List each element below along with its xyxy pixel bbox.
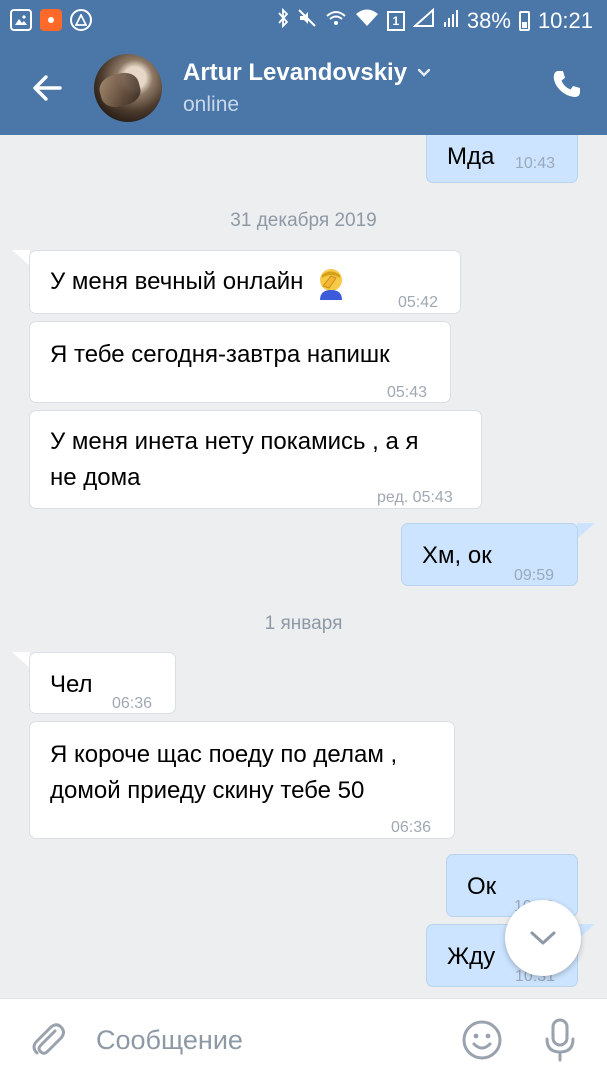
gallery-notification-icon (10, 9, 32, 31)
contact-status: online (183, 93, 240, 116)
chevron-down-icon (417, 68, 431, 77)
wifi-calling-icon (325, 8, 347, 34)
notification-icons (10, 9, 92, 31)
wifi-icon (355, 8, 379, 34)
message-time: 10:43 (515, 155, 556, 172)
message-composer (0, 998, 607, 1080)
outgoing-message[interactable]: Хм, ок 09:59 (401, 523, 578, 586)
incoming-message[interactable]: Я тебе сегодня-завтра напишк 05:43 (29, 321, 451, 403)
bluetooth-icon (277, 7, 289, 34)
signal-icon-2 (443, 8, 459, 34)
smiley-icon (462, 1020, 502, 1060)
message-text-line2: не дома (50, 464, 141, 491)
message-time: ред. 05:43 (377, 489, 453, 506)
contact-name: Artur Levandovskiy (183, 59, 408, 86)
message-text-line1: У меня инета нету покамись , а я (50, 428, 419, 455)
call-button[interactable] (551, 68, 583, 100)
system-status: 1 38% 10:21 (277, 7, 593, 34)
mute-icon (297, 8, 317, 34)
message-time: 09:59 (514, 567, 555, 584)
microphone-icon (545, 1018, 575, 1062)
message-text: Я тебе сегодня-завтра напишк (50, 341, 390, 368)
message-time: 06:36 (112, 695, 153, 712)
message-text: Чел (50, 671, 93, 698)
incoming-message[interactable]: У меня инета нету покамись , а я не дома… (29, 410, 482, 509)
message-text-line2: домой приеду скину тебе 50 (50, 777, 365, 804)
chat-header: Artur Levandovskiy online (0, 42, 607, 135)
scroll-to-bottom-button[interactable] (505, 900, 581, 976)
signal-icon (412, 7, 435, 34)
sim-badge: 1 (386, 11, 405, 31)
battery-percent: 38% (466, 8, 511, 33)
message-list[interactable]: Мда 10:43 31 декабря 2019 У меня вечный … (0, 135, 607, 998)
alert-notification-icon (70, 9, 92, 31)
message-text: Мда (447, 143, 495, 170)
clock: 10:21 (537, 8, 593, 33)
contact-title[interactable]: Artur Levandovskiy (183, 59, 431, 87)
outgoing-message[interactable]: Мда 10:43 (426, 135, 578, 183)
message-time: 05:43 (387, 384, 428, 401)
contact-avatar[interactable] (94, 54, 162, 122)
phone-icon (553, 71, 580, 97)
arrow-left-icon (33, 75, 62, 101)
message-time: 05:42 (398, 294, 439, 311)
app-notification-icon (40, 9, 62, 31)
incoming-message[interactable]: У меня вечный онлайн 05:42 (29, 250, 461, 314)
bubble-tail (12, 652, 30, 668)
attach-button[interactable] (28, 1019, 68, 1059)
voice-message-button[interactable] (540, 1017, 580, 1063)
facepalm-emoji-icon (320, 268, 343, 300)
chevron-down-icon (530, 931, 556, 945)
message-text: Ок (467, 873, 497, 900)
message-input[interactable] (96, 1021, 436, 1059)
message-text: У меня вечный онлайн (50, 268, 304, 295)
back-button[interactable] (28, 68, 68, 108)
message-text-line1: Я короче щас поеду по делам , (50, 741, 398, 768)
bubble-tail (577, 523, 595, 539)
bubble-tail (12, 250, 30, 266)
status-bar: 1 38% 10:21 (0, 0, 607, 42)
battery-icon (518, 11, 530, 31)
message-text: Хм, ок (422, 542, 492, 569)
incoming-message[interactable]: Я короче щас поеду по делам , домой прие… (29, 721, 455, 839)
message-time: 06:36 (391, 819, 432, 836)
emoji-button[interactable] (461, 1019, 503, 1061)
incoming-message[interactable]: Чел 06:36 (29, 652, 176, 714)
date-separator: 31 декабря 2019 (230, 210, 377, 231)
message-text: Жду (447, 943, 496, 970)
paperclip-icon (32, 1023, 65, 1055)
date-separator: 1 января (264, 613, 343, 634)
